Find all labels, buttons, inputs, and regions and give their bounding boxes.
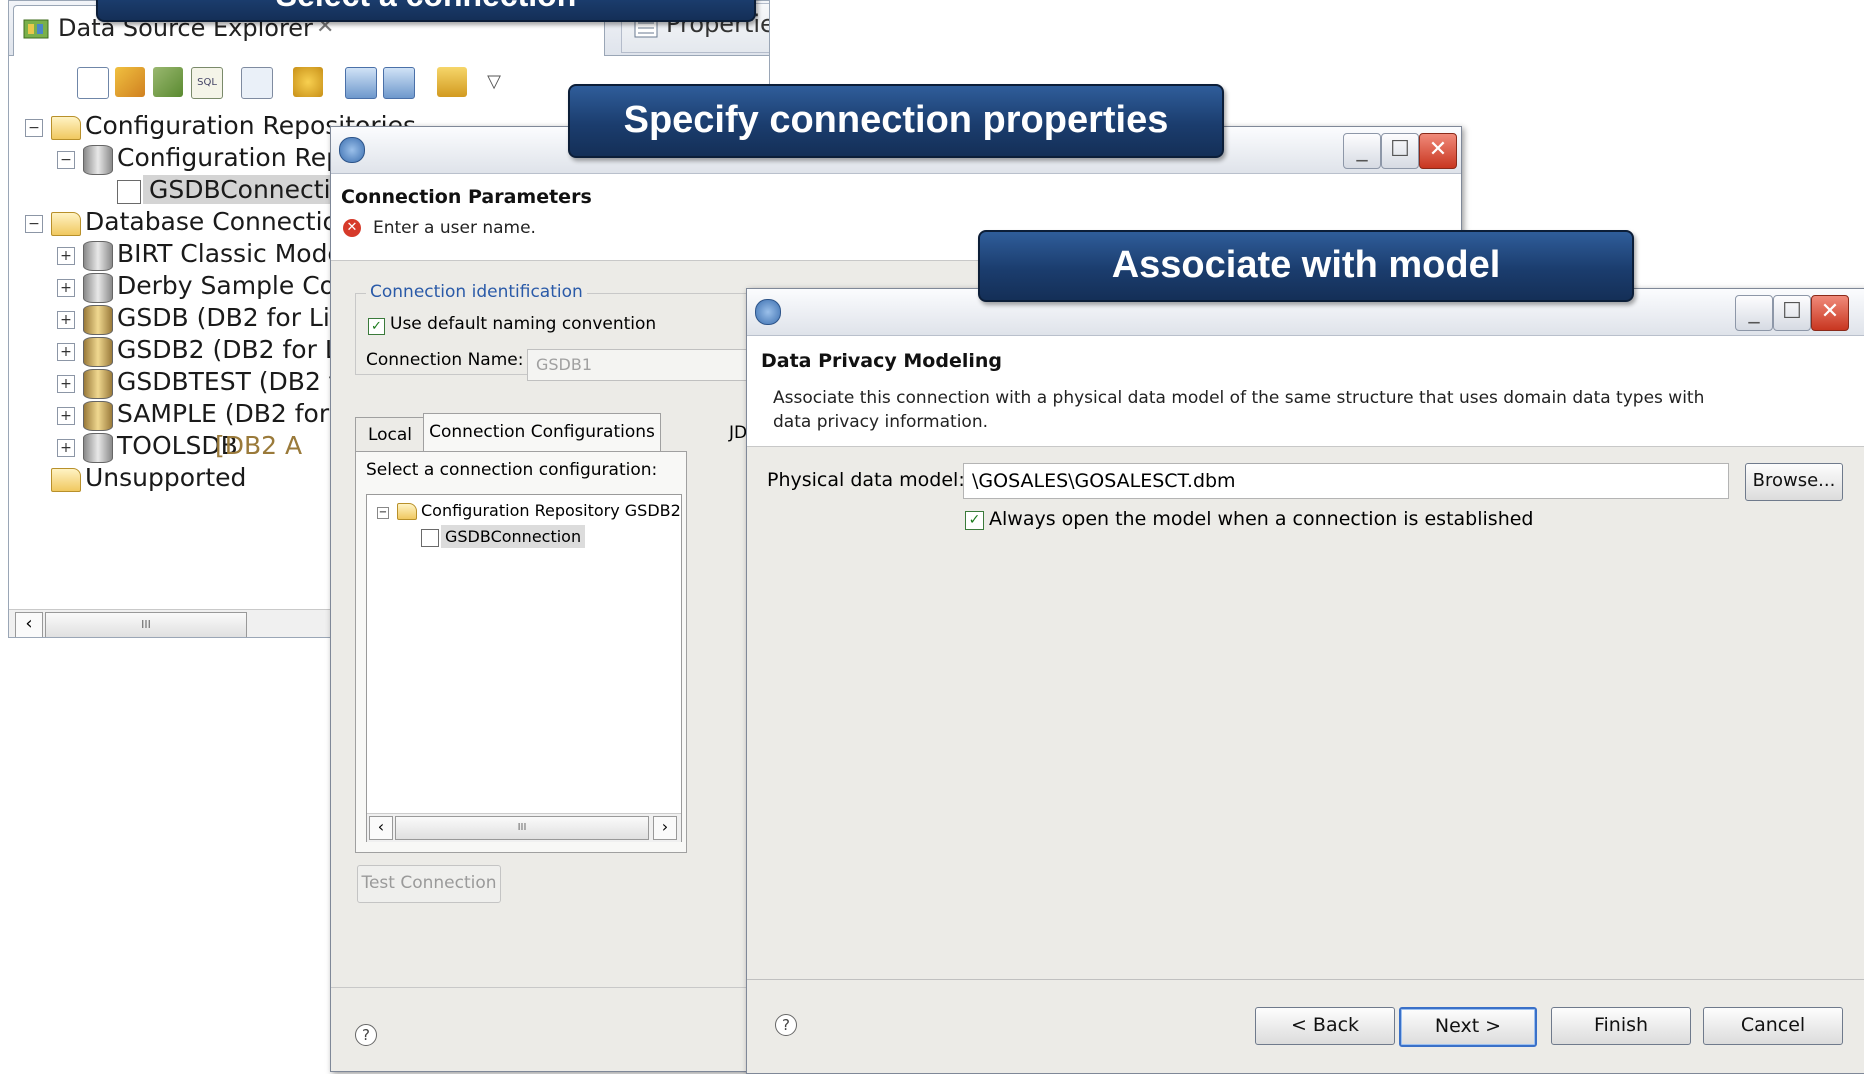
close-icon[interactable]: ✕ bbox=[1419, 133, 1457, 169]
folder-open-icon bbox=[51, 116, 81, 140]
tree-item-label: BIRT Classic Models bbox=[117, 239, 363, 268]
expand-icon[interactable]: + bbox=[57, 439, 75, 457]
header-title: Connection Parameters bbox=[341, 186, 592, 208]
dialog-header: Data Privacy Modeling Associate this con… bbox=[747, 336, 1864, 447]
tree-item-label: Unsupported bbox=[85, 463, 247, 492]
scroll-right-icon[interactable]: › bbox=[653, 816, 677, 840]
expand-icon[interactable]: + bbox=[57, 311, 75, 329]
data-privacy-modeling-dialog: _ ☐ ✕ Data Privacy Modeling Associate th… bbox=[746, 288, 1864, 1074]
connection-icon bbox=[117, 180, 141, 204]
config-connection-item[interactable]: GSDBConnection bbox=[441, 525, 586, 548]
export-icon[interactable] bbox=[383, 67, 415, 99]
data-source-explorer-icon bbox=[23, 19, 49, 39]
app-icon bbox=[755, 299, 781, 325]
config-tree: − Configuration Repository GSDB2 GSDBCon… bbox=[366, 494, 682, 842]
sql-icon[interactable]: SQL bbox=[191, 67, 223, 99]
description-line-2: data privacy information. bbox=[773, 412, 989, 432]
callout-select-connection: Select a connection bbox=[96, 0, 756, 22]
connection-configurations-panel: Select a connection configuration: − Con… bbox=[355, 451, 687, 853]
folder-icon bbox=[397, 503, 417, 520]
expand-icon[interactable]: + bbox=[57, 407, 75, 425]
connection-name-label: Connection Name: bbox=[366, 350, 524, 370]
config-repository-item[interactable]: Configuration Repository GSDB2 bbox=[421, 501, 681, 520]
link-icon[interactable] bbox=[115, 67, 145, 97]
error-icon: ✕ bbox=[343, 219, 361, 237]
scroll-thumb[interactable]: III bbox=[395, 816, 649, 840]
collapse-icon[interactable]: − bbox=[25, 119, 43, 137]
database-icon bbox=[83, 273, 113, 303]
help-icon[interactable]: ? bbox=[775, 1014, 797, 1036]
cancel-button[interactable]: Cancel bbox=[1703, 1007, 1843, 1045]
back-button[interactable]: < Back bbox=[1255, 1007, 1395, 1045]
tab-connection-configurations[interactable]: Connection Configurations bbox=[423, 413, 661, 452]
expand-icon[interactable]: + bbox=[57, 279, 75, 297]
callout-specify-connection-properties: Specify connection properties bbox=[568, 84, 1224, 158]
expand-icon[interactable]: + bbox=[57, 375, 75, 393]
description-line-1: Associate this connection with a physica… bbox=[773, 388, 1705, 408]
collapse-icon[interactable]: − bbox=[57, 151, 75, 169]
physical-model-field[interactable]: \GOSALES\GOSALESCT.dbm bbox=[963, 463, 1729, 499]
scroll-left-icon[interactable]: ‹ bbox=[15, 612, 43, 637]
database-connected-icon bbox=[83, 369, 113, 399]
collapse-icon[interactable]: − bbox=[25, 215, 43, 233]
tree-item-label: Database Connections bbox=[85, 207, 367, 236]
help-icon[interactable]: ? bbox=[355, 1024, 377, 1046]
database-icon bbox=[83, 145, 113, 175]
minimize-icon[interactable]: _ bbox=[1735, 295, 1773, 331]
select-config-label: Select a connection configuration: bbox=[366, 460, 658, 480]
database-icon bbox=[83, 241, 113, 271]
use-default-checkbox[interactable]: ✓ bbox=[368, 318, 385, 335]
use-default-label: Use default naming convention bbox=[390, 314, 657, 334]
database-connected-icon bbox=[83, 337, 113, 367]
database-icon bbox=[83, 433, 113, 463]
partial-label: JD bbox=[729, 423, 748, 443]
browse-button[interactable]: Browse... bbox=[1745, 463, 1843, 501]
new-connection-icon[interactable] bbox=[437, 67, 467, 97]
collapse-icon[interactable]: − bbox=[377, 507, 389, 519]
scroll-thumb[interactable]: III bbox=[45, 612, 247, 637]
callout-associate-with-model: Associate with model bbox=[978, 230, 1634, 302]
folder-open-icon bbox=[51, 468, 81, 492]
tab-local[interactable]: Local bbox=[355, 417, 425, 452]
group-label: Connection identification bbox=[366, 282, 587, 302]
filter-icon[interactable] bbox=[153, 67, 183, 97]
maximize-icon[interactable]: ☐ bbox=[1773, 295, 1811, 331]
finish-button[interactable]: Finish bbox=[1551, 1007, 1691, 1045]
next-button[interactable]: Next > bbox=[1399, 1007, 1537, 1047]
collapse-all-icon[interactable] bbox=[77, 67, 109, 99]
app-icon bbox=[339, 137, 365, 163]
always-open-label: Always open the model when a connection … bbox=[989, 508, 1534, 530]
minimize-icon[interactable]: _ bbox=[1343, 133, 1381, 169]
divider bbox=[747, 979, 1864, 980]
expand-icon[interactable]: + bbox=[57, 343, 75, 361]
always-open-checkbox[interactable]: ✓ bbox=[965, 511, 984, 530]
folder-open-icon bbox=[51, 212, 81, 236]
header-title: Data Privacy Modeling bbox=[761, 350, 1002, 372]
tree-view-icon[interactable] bbox=[241, 67, 273, 99]
horizontal-scrollbar[interactable]: ‹ III › bbox=[367, 813, 681, 842]
connection-icon bbox=[421, 529, 439, 547]
maximize-icon[interactable]: ☐ bbox=[1381, 133, 1419, 169]
tree-item-suffix: [DB2 A bbox=[215, 431, 303, 460]
test-connection-button[interactable]: Test Connection bbox=[357, 865, 501, 903]
physical-model-label: Physical data model: bbox=[767, 469, 965, 491]
database-connected-icon bbox=[83, 401, 113, 431]
import-icon[interactable] bbox=[345, 67, 377, 99]
error-message: Enter a user name. bbox=[373, 218, 536, 238]
view-menu-chevron-down-icon[interactable]: ▽ bbox=[479, 67, 509, 97]
expand-icon[interactable]: + bbox=[57, 247, 75, 265]
connect-icon[interactable] bbox=[293, 67, 323, 97]
scroll-left-icon[interactable]: ‹ bbox=[369, 816, 393, 840]
database-connected-icon bbox=[83, 305, 113, 335]
close-icon[interactable]: ✕ bbox=[1811, 295, 1849, 331]
